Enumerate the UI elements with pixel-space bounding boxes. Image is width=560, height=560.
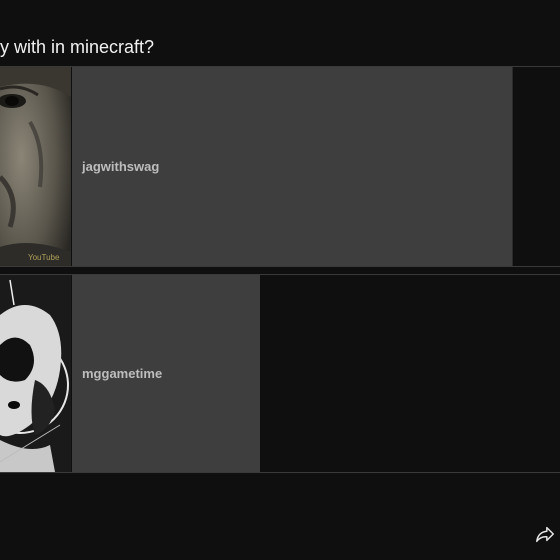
share-icon (536, 526, 554, 543)
option-label: mggametime (82, 366, 163, 381)
share-button[interactable] (532, 521, 558, 547)
option-thumbnail (0, 275, 71, 472)
youtube-watermark: YouTube (28, 253, 60, 262)
poll-option-1[interactable]: YouTube jagwithswag (0, 66, 560, 267)
option-label: jagwithswag (82, 159, 160, 174)
face-image (0, 67, 71, 266)
cat-image (0, 275, 71, 472)
option-thumbnail: YouTube (0, 67, 71, 266)
bar-track-end (512, 67, 513, 266)
post-card: y with in minecraft? YouTube jagwithswag… (0, 0, 560, 560)
poll-option-2[interactable]: mggametime (0, 274, 560, 473)
poll-question: y with in minecraft? (0, 37, 155, 57)
